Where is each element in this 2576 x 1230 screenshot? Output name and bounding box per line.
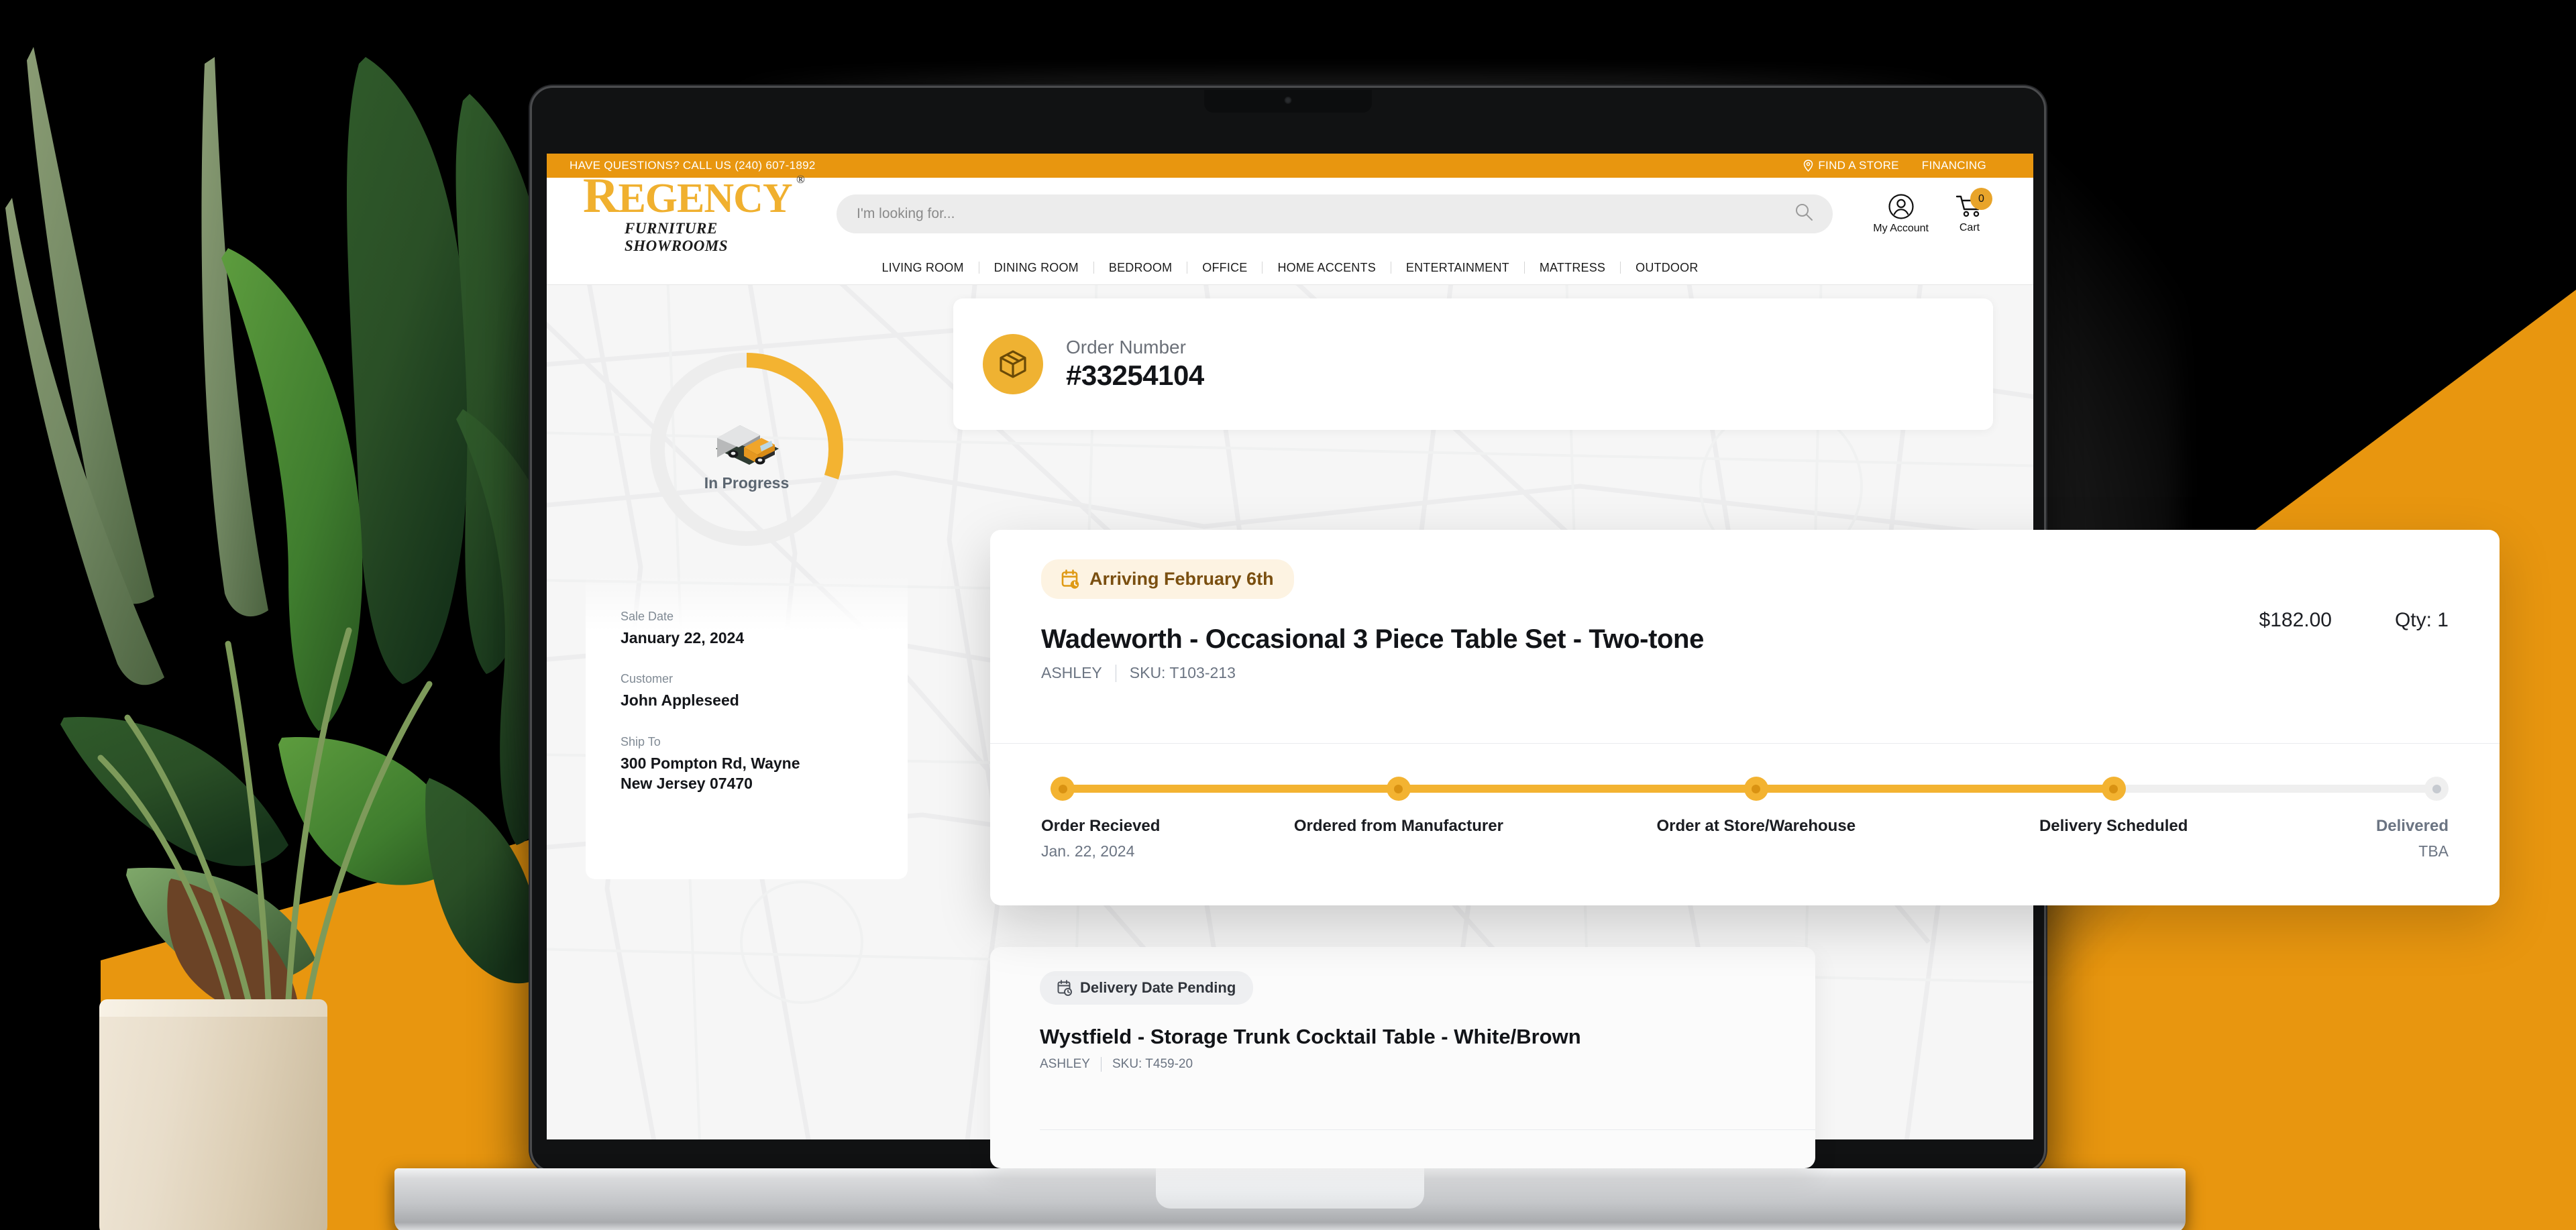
arriving-date-badge: Arriving February 6th	[1041, 559, 1294, 599]
my-account-label: My Account	[1873, 223, 1929, 234]
product2-meta: ASHLEY SKU: T459-20	[1040, 1057, 1815, 1072]
brand-logo[interactable]: REGENCY ® FURNITURE SHOWROOMS	[583, 171, 811, 254]
product1-brand: ASHLEY	[1041, 664, 1102, 681]
status-label: In Progress	[704, 474, 790, 492]
status-progress-ring: In Progress	[645, 348, 848, 551]
tracker-dot-order-at-store[interactable]	[1743, 777, 1768, 801]
order-detail-fields: Sale Date January 22, 2024 Customer John…	[621, 610, 882, 818]
product1-price-row: $182.00 Qty: 1	[2259, 609, 2449, 632]
field-sale-date: Sale Date January 22, 2024	[621, 610, 882, 648]
tracker-sub-delivered: TBA	[2418, 842, 2449, 860]
arriving-date-label: Arriving February 6th	[1089, 569, 1274, 589]
product2-brand: ASHLEY	[1040, 1057, 1090, 1071]
ship-to-line1: 300 Pompton Rd, Wayne	[621, 754, 800, 772]
product-card-primary: Arriving February 6th $182.00 Qty: 1 Wad…	[990, 530, 2500, 905]
order-summary-panel: In Progress Sale Date January 22, 2024 C…	[586, 316, 908, 879]
calendar-clock-icon	[1057, 980, 1072, 996]
product1-divider	[990, 743, 2500, 744]
my-account-button[interactable]: My Account	[1873, 193, 1929, 235]
logo-initial: R	[583, 168, 619, 224]
brand-tagline: FURNITURE SHOWROOMS	[625, 219, 729, 254]
ship-to-label: Ship To	[621, 734, 661, 748]
tracker-labels: Order Recieved Jan. 22, 2024 Ordered fro…	[1041, 817, 2449, 875]
delivery-truck-icon	[716, 425, 779, 465]
product1-price: $182.00	[2259, 609, 2332, 631]
tracker-label-ordered-from-manufacturer: Ordered from Manufacturer	[1293, 817, 1503, 835]
product1-meta: ASHLEY SKU: T103-213	[1041, 664, 2451, 682]
tracker-dot-ordered-from-manufacturer[interactable]	[1386, 777, 1411, 801]
search-icon[interactable]	[1794, 202, 1814, 226]
product2-divider	[1040, 1129, 1815, 1130]
field-ship-to: Ship To 300 Pompton Rd, Wayne New Jersey…	[621, 735, 882, 794]
nav-item-home-accents[interactable]: HOME ACCENTS	[1263, 261, 1391, 274]
tracker-label-delivery-scheduled: Delivery Scheduled	[2039, 817, 2188, 835]
order-status-tracker: Order Recieved Jan. 22, 2024 Ordered fro…	[1041, 777, 2449, 875]
tracker-dot-delivery-scheduled[interactable]	[2101, 777, 2126, 801]
order-number-label: Order Number	[1066, 337, 1186, 357]
tracker-label-order-at-store: Order at Store/Warehouse	[1656, 817, 1856, 835]
product1-sku: SKU: T103-213	[1129, 664, 1236, 681]
webcam-icon	[1284, 97, 1292, 104]
tracker-label-order-recieved: Order Recieved	[1041, 817, 1161, 835]
user-account-icon	[1888, 194, 1914, 219]
product-card-secondary: Delivery Date Pending Wystfield - Storag…	[990, 947, 1815, 1168]
main-navigation: LIVING ROOM DINING ROOM BEDROOM OFFICE H…	[547, 250, 2033, 285]
financing-link[interactable]: FINANCING	[1922, 159, 1986, 172]
sale-date-value: January 22, 2024	[621, 629, 745, 647]
calendar-clock-icon	[1061, 569, 1079, 589]
nav-item-mattress[interactable]: MATTRESS	[1525, 261, 1621, 274]
delivery-pending-badge: Delivery Date Pending	[1040, 971, 1254, 1005]
find-a-store-label: FIND A STORE	[1818, 159, 1899, 172]
nav-item-dining-room[interactable]: DINING ROOM	[979, 261, 1094, 274]
product1-title[interactable]: Wadeworth - Occasional 3 Piece Table Set…	[1041, 624, 2451, 655]
delivery-pending-label: Delivery Date Pending	[1080, 979, 1236, 996]
nav-item-entertainment[interactable]: ENTERTAINMENT	[1391, 261, 1525, 274]
decorative-plant	[0, 7, 604, 1230]
product1-qty: Qty: 1	[2394, 609, 2449, 631]
tracker-label-delivered: Delivered	[2375, 817, 2449, 835]
ship-to-line2: New Jersey 07470	[621, 775, 753, 793]
nav-item-office[interactable]: OFFICE	[1187, 261, 1263, 274]
location-pin-icon	[1804, 160, 1813, 172]
laptop-base-notch	[1156, 1168, 1424, 1209]
sale-date-label: Sale Date	[621, 610, 674, 623]
tracker-sub-order-recieved: Jan. 22, 2024	[1041, 842, 1135, 860]
meta-separator	[1100, 1057, 1102, 1072]
plant-pot	[99, 999, 327, 1230]
order-number-value: #33254104	[1066, 359, 1204, 391]
nav-item-outdoor[interactable]: OUTDOOR	[1621, 262, 1713, 274]
tracker-dot-delivered[interactable]	[2424, 777, 2449, 801]
registered-mark-icon: ®	[796, 173, 805, 186]
search-input[interactable]: I'm looking for...	[837, 194, 1833, 233]
customer-label: Customer	[621, 672, 674, 686]
site-header: REGENCY ® FURNITURE SHOWROOMS I'm lookin…	[547, 171, 2033, 254]
logo-wordmark: EGENCY	[618, 176, 792, 222]
product2-sku: SKU: T459-20	[1112, 1057, 1193, 1071]
customer-value: John Appleseed	[621, 691, 739, 710]
nav-item-living-room[interactable]: LIVING ROOM	[867, 261, 979, 274]
cart-count-badge: 0	[1970, 188, 1992, 210]
financing-label: FINANCING	[1921, 159, 1986, 172]
package-box-icon	[1000, 350, 1026, 378]
tracker-dots	[1041, 777, 2449, 801]
cart-label: Cart	[1959, 222, 1980, 233]
field-customer: Customer John Appleseed	[621, 672, 882, 710]
laptop-base	[394, 1168, 2186, 1230]
find-a-store-link[interactable]: FIND A STORE	[1803, 159, 1898, 172]
cart-button[interactable]: 0 Cart	[1955, 188, 1992, 234]
nav-item-bedroom[interactable]: BEDROOM	[1094, 261, 1188, 274]
package-icon-circle	[983, 334, 1043, 394]
search-placeholder: I'm looking for...	[857, 206, 955, 221]
tracker-dot-order-recieved[interactable]	[1051, 777, 1075, 801]
order-number-card: Order Number #33254104	[953, 298, 1993, 430]
product2-title[interactable]: Wystfield - Storage Trunk Cocktail Table…	[1040, 1025, 1815, 1049]
marketing-mockup-scene: HAVE QUESTIONS? CALL US (240) 607-1892 F…	[0, 0, 2576, 1230]
